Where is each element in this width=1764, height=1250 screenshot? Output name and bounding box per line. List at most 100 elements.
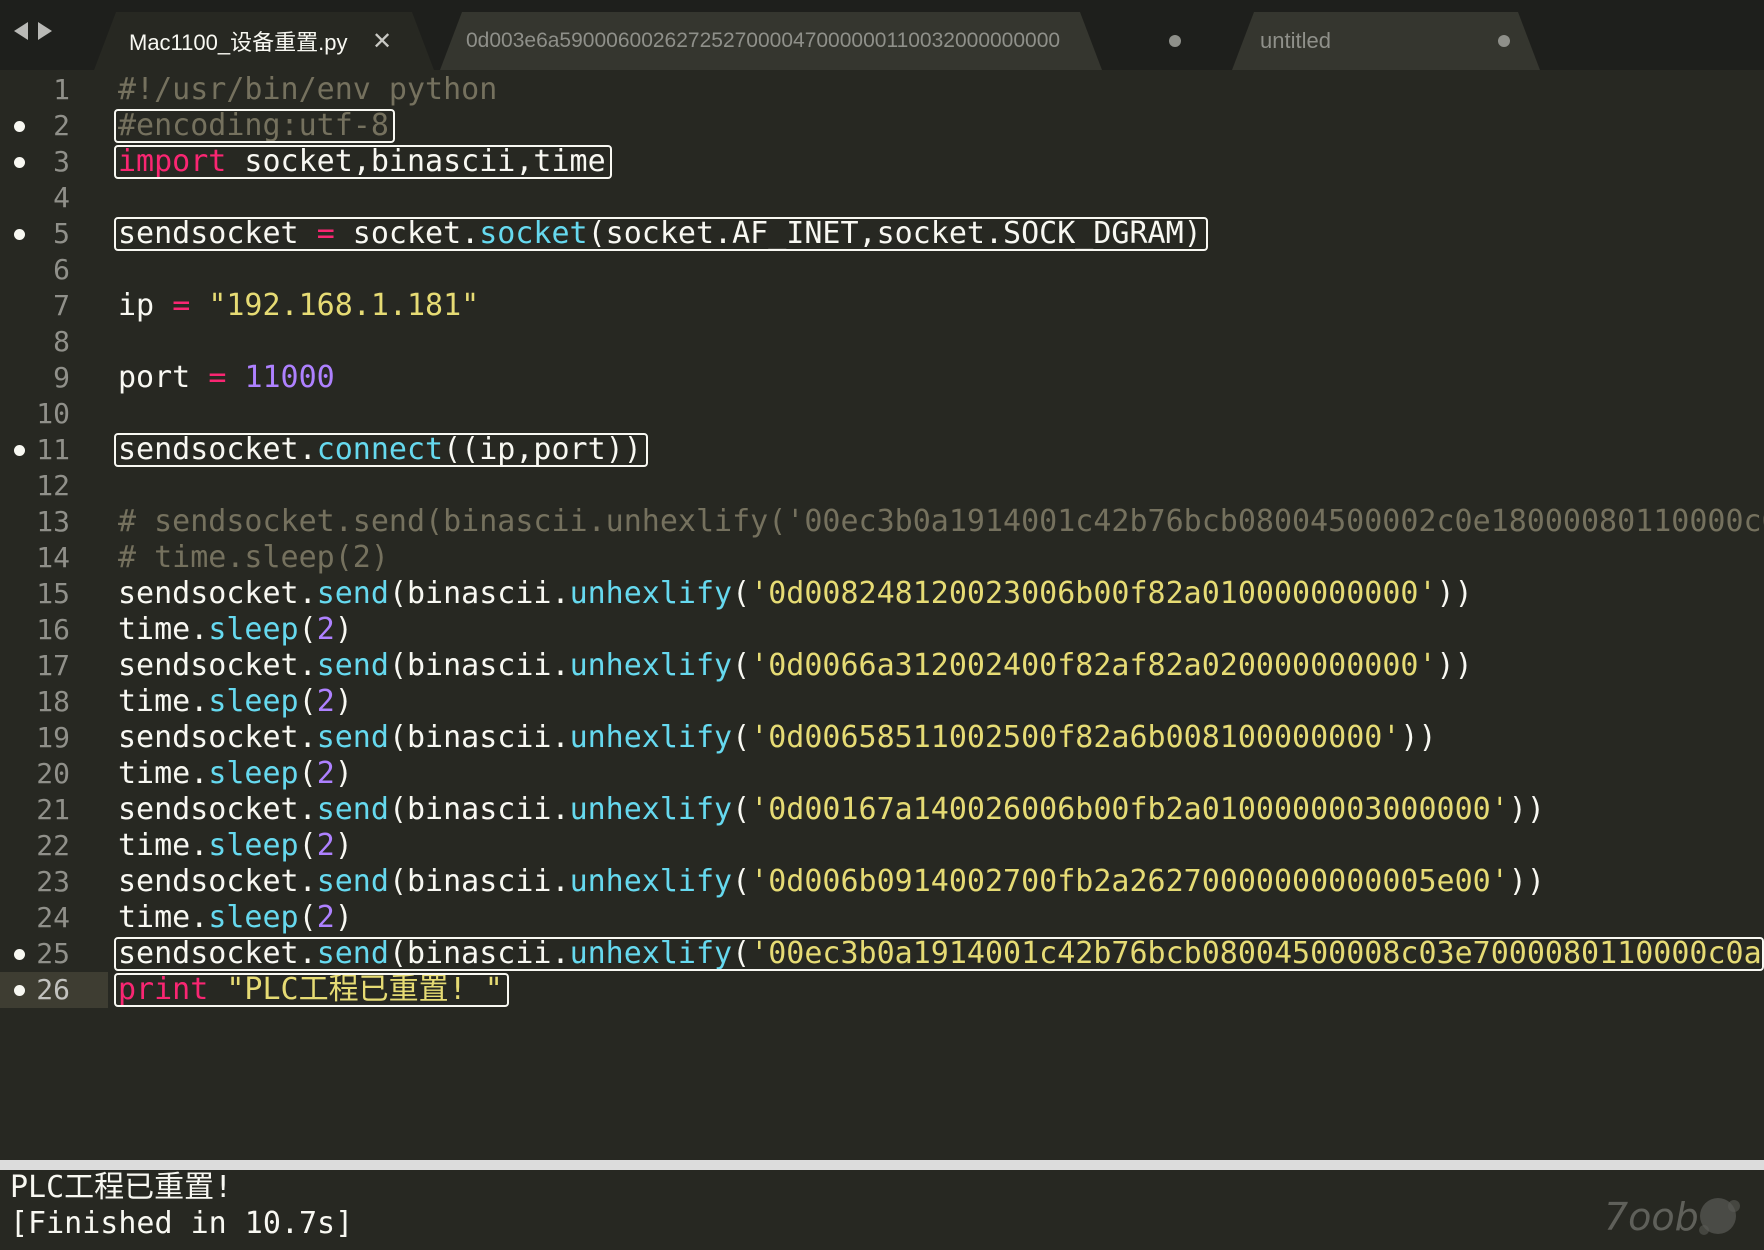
line-number: 14 [36,541,70,574]
code-line[interactable]: 13 # sendsocket.send(binascii.unhexlify('… [0,504,1764,540]
code-line[interactable]: 22 time.sleep(2) [0,828,1764,864]
code-token: )) [1508,864,1545,899]
code-line[interactable]: 23 sendsocket.send(binascii.unhexlify('0d… [0,864,1764,900]
code-token: 2 [316,756,335,791]
panel-divider[interactable] [0,1160,1764,1170]
modified-marker-icon [14,157,25,168]
code-token: sleep [208,756,299,791]
line-number: 12 [36,469,70,502]
code-text: ip = "192.168.1.181" [118,288,479,324]
nav-back-icon[interactable] [14,22,28,40]
code-line[interactable]: 12 [0,468,1764,504]
tab-untitled[interactable]: untitled [1232,12,1540,70]
code-line[interactable]: 20 time.sleep(2) [0,756,1764,792]
modified-dot-icon[interactable] [1498,35,1510,47]
line-number: 26 [36,973,70,1006]
code-text: import socket,binascii,time [118,144,606,180]
modified-marker-icon [14,121,25,132]
code-line[interactable]: 11 sendsocket.connect((ip,port)) [0,432,1764,468]
code-token: )) [1436,648,1473,683]
line-number: 3 [53,145,70,178]
code-line[interactable]: 14 # time.sleep(2) [0,540,1764,576]
line-number: 18 [36,685,70,718]
code-line[interactable]: 26 print "PLC工程已重置! " [0,972,1764,1008]
code-line[interactable]: 1 #!/usr/bin/env python [0,72,1764,108]
code-token: (binascii. [388,648,570,683]
code-editor[interactable]: 1 #!/usr/bin/env python 2 #encoding:utf-8 3 i… [0,70,1764,1160]
code-line[interactable]: 4 [0,180,1764,216]
code-token: sendsocket. [118,648,317,683]
code-token: (binascii. [388,720,570,755]
code-text: time.sleep(2) [118,756,353,792]
tab-bar: Mac1100_设备重置.py ✕ 0d003e6a59000600262725… [0,0,1764,70]
code-line[interactable]: 25 sendsocket.send(binascii.unhexlify('00… [0,936,1764,972]
line-number: 4 [53,181,70,214]
watermark-logo: 7oob [1604,1195,1740,1239]
code-token: 2 [316,828,335,863]
build-output-panel: PLC工程已重置! [Finished in 10.7s] 7oob [0,1170,1764,1250]
tab-hex-payload[interactable]: 0d003e6a59000600262725270000470000001100… [440,12,1102,70]
code-line[interactable]: 7 ip = "192.168.1.181" [0,288,1764,324]
code-token: ) [334,612,353,647]
code-line[interactable]: 21 sendsocket.send(binascii.unhexlify('0d… [0,792,1764,828]
tab-mac1100-reset-py[interactable]: Mac1100_设备重置.py ✕ [94,12,434,70]
code-token: time. [118,828,209,863]
tab-label: Mac1100_设备重置.py [129,30,348,55]
code-token: (binascii. [388,864,570,899]
code-token: ) [334,756,353,791]
code-token: 2 [316,684,335,719]
code-text: port = 11000 [118,360,335,396]
code-line[interactable]: 2 #encoding:utf-8 [0,108,1764,144]
code-token: sleep [208,612,299,647]
code-token: send [316,936,389,971]
code-line[interactable]: 8 [0,324,1764,360]
modified-marker-icon [14,445,25,456]
code-token: ( [298,828,317,863]
line-number: 15 [36,577,70,610]
code-token: 11000 [244,360,335,395]
code-token: socket. [334,216,480,251]
code-token: ( [298,612,317,647]
code-token: port [118,360,209,395]
code-token: ) [334,900,353,935]
code-text: sendsocket.send(binascii.unhexlify('0d00… [118,864,1545,900]
code-line[interactable]: 3 import socket,binascii,time [0,144,1764,180]
code-line[interactable]: 5 sendsocket = socket.socket(socket.AF_IN… [0,216,1764,252]
modified-dot-icon[interactable] [1169,35,1181,47]
code-token: sleep [208,684,299,719]
code-token: ( [298,684,317,719]
code-token: ( [732,576,751,611]
code-line[interactable]: 10 [0,396,1764,432]
line-number: 6 [53,253,70,286]
code-token: time. [118,612,209,647]
code-text: #encoding:utf-8 [118,108,389,144]
code-line[interactable]: 9 port = 11000 [0,360,1764,396]
code-token: "192.168.1.181" [208,288,480,323]
modified-marker-icon [14,229,25,240]
code-token: )) [1436,576,1473,611]
code-token: sleep [208,900,299,935]
nav-forward-icon[interactable] [38,22,52,40]
code-line[interactable]: 6 [0,252,1764,288]
code-token: send [316,576,389,611]
code-line[interactable]: 16 time.sleep(2) [0,612,1764,648]
code-token: ) [334,684,353,719]
code-token: ( [732,648,751,683]
code-token: 2 [316,900,335,935]
code-line[interactable]: 17 sendsocket.send(binascii.unhexlify('0d… [0,648,1764,684]
code-token: sendsocket. [118,720,317,755]
code-line[interactable]: 18 time.sleep(2) [0,684,1764,720]
output-line: PLC工程已重置! [10,1170,233,1205]
tab-label: untitled [1260,28,1331,53]
code-token: "PLC工程已重置! " [226,972,503,1007]
code-line[interactable]: 15 sendsocket.send(binascii.unhexlify('0d… [0,576,1764,612]
code-token: )) [1400,720,1437,755]
code-line[interactable]: 19 sendsocket.send(binascii.unhexlify('0d… [0,720,1764,756]
code-text: print "PLC工程已重置! " [118,972,503,1008]
code-token: = [316,216,335,251]
line-number: 7 [53,289,70,322]
code-token: # time.sleep(2) [118,540,389,575]
code-line[interactable]: 24 time.sleep(2) [0,900,1764,936]
close-icon[interactable]: ✕ [372,27,392,55]
